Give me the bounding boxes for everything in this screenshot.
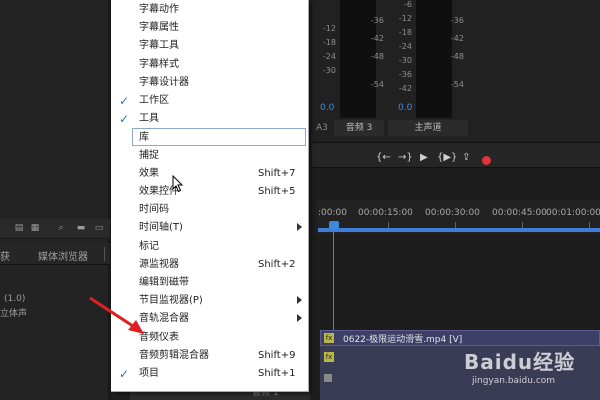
menu-item-label: 字幕样式 [139, 58, 179, 70]
menu-item[interactable]: 源监视器 Shift+2 [111, 256, 307, 274]
menu-item[interactable]: 字幕动作 [111, 1, 307, 19]
tab-separator [104, 247, 105, 261]
menu-item[interactable]: 字幕样式 [111, 56, 307, 74]
menu-item[interactable]: 效果控件 Shift+5 [111, 183, 307, 201]
menu-item[interactable]: 时间轴(T) [111, 219, 307, 237]
clip-info-line1: (1.0) [4, 294, 26, 304]
menu-item[interactable]: ✓ 项目 Shift+1 [111, 365, 307, 383]
menu-item[interactable]: 字幕设计器 [111, 74, 307, 92]
annotation-arrow-icon [89, 296, 144, 334]
submenu-arrow-icon [297, 296, 302, 305]
menu-item-label: 捕捉 [139, 149, 159, 161]
icon-view-icon[interactable]: ▦ [30, 223, 40, 233]
menu-item[interactable]: 捕捉 [111, 147, 307, 165]
step-forward-icon[interactable]: →} [398, 152, 413, 164]
menu-item[interactable]: 库 [132, 128, 306, 147]
clip-info-line2: 立体声 [0, 309, 28, 319]
menu-item-label: 工作区 [139, 95, 169, 106]
watermark: Baidu经验 jingyan.baidu.com [464, 346, 596, 396]
tab-media-browser[interactable]: 媒体浏览器 [38, 248, 88, 263]
menu-item-shortcut: Shift+5 [258, 186, 296, 197]
menu-item-shortcut: Shift+2 [258, 258, 296, 270]
menu-item-shortcut: Shift+1 [258, 368, 296, 379]
new-item-icon[interactable]: ▭ [94, 223, 104, 233]
fx-badge: fx [324, 333, 334, 343]
menu-item-label: 标记 [139, 240, 159, 252]
left-tabs: 获 媒体浏览器 [0, 243, 110, 265]
mouse-cursor-icon [172, 175, 184, 193]
menu-item-label: 字幕工具 [139, 40, 179, 52]
meter-scale-left: -12 -18 -24 -30 [322, 24, 336, 75]
menu-item-label: 项目 [139, 368, 159, 379]
loop-icon[interactable]: {▶} [437, 152, 457, 164]
clip-name: 0622-极限运动滑雪.mp4 [V] [343, 335, 463, 345]
timecode-15: 00:00:15:00 [358, 208, 413, 218]
clip-marker-icon [324, 374, 332, 382]
menu-item-shortcut: Shift+7 [258, 167, 296, 179]
meter-scale-b: -6 -12 -18 -24 -30 -36 -42 [398, 0, 412, 93]
left-panel [0, 0, 112, 400]
checkmark-icon: ✓ [118, 94, 130, 108]
list-view-icon[interactable]: ▤ [14, 223, 24, 233]
tab-partial[interactable]: 获 [0, 248, 10, 263]
menu-item[interactable]: 字幕工具 [111, 37, 307, 55]
menu-item-label: 时间码 [139, 204, 169, 216]
menu-item-label: 时间轴(T) [139, 222, 183, 234]
play-icon[interactable]: ▶ [420, 152, 428, 164]
menu-item[interactable]: 字幕属性 [111, 19, 307, 37]
menu-item-label: 节目监视器(P) [139, 295, 203, 307]
menu-item[interactable]: 标记 [111, 238, 307, 256]
menu-item-label: 效果 [139, 167, 159, 179]
playhead-handle[interactable] [329, 221, 339, 229]
menu-item-label: 工具 [139, 113, 159, 125]
meter-scale-c: -36 -42 -48 -54 [450, 16, 464, 89]
menu-item[interactable]: 效果 Shift+7 [111, 165, 307, 183]
video-clip[interactable]: fx 0622-极限运动滑雪.mp4 [V] [320, 330, 600, 346]
timecode-60: 00:01:00:00 [546, 208, 600, 218]
submenu-arrow-icon [297, 314, 302, 323]
watermark-logo: Baidu经验 [464, 350, 576, 374]
track-label-audio3[interactable]: 音频 3 [334, 120, 384, 136]
checkmark-icon: ✓ [118, 112, 130, 127]
menu-item[interactable]: 音频剪辑混合器 Shift+9 [111, 347, 307, 365]
meter-value-2: 0.0 [398, 103, 413, 113]
submenu-arrow-icon [297, 223, 302, 232]
timecode-30: 00:00:30:00 [425, 208, 480, 218]
menu-item-label: 音频剪辑混合器 [139, 349, 209, 361]
track-tag: A3 [316, 123, 328, 133]
timecode-0: :00:00 [318, 208, 347, 218]
meter-scale-a: -36 -42 -48 -54 [370, 16, 384, 89]
menu-item[interactable]: ✓ 工具 [111, 110, 307, 128]
menu-item[interactable]: 编辑到磁带 [111, 274, 307, 292]
timecode-45: 00:00:45:00 [492, 208, 547, 218]
meter-value-1: 0.0 [320, 103, 335, 113]
export-icon[interactable]: ⇪ [462, 152, 470, 164]
left-toolbar: ▤ ▦ ⌕ ▬ ▭ [0, 219, 110, 239]
menu-item-label: 源监视器 [139, 258, 179, 270]
track-label-master[interactable]: 主声道 [388, 120, 468, 136]
checkmark-icon: ✓ [118, 367, 130, 381]
watermark-url: jingyan.baidu.com [472, 376, 556, 386]
menu-item-label: 编辑到磁带 [139, 277, 189, 288]
menu-item[interactable]: 时间码 [111, 201, 307, 219]
step-back-icon[interactable]: {← [376, 152, 391, 164]
search-icon[interactable]: ⌕ [56, 223, 66, 233]
fx-badge-2: fx [324, 352, 334, 362]
folder-icon[interactable]: ▬ [76, 223, 86, 233]
menu-item-label: 字幕设计器 [139, 76, 189, 88]
menu-item-label: 字幕属性 [139, 22, 179, 34]
menu-item-label: 库 [139, 132, 149, 144]
record-icon[interactable] [482, 156, 491, 165]
menu-item[interactable]: ✓ 工作区 [111, 92, 307, 110]
menu-item-label: 字幕动作 [139, 4, 179, 15]
menu-item-shortcut: Shift+9 [258, 349, 296, 361]
work-area-bar[interactable] [318, 228, 600, 232]
